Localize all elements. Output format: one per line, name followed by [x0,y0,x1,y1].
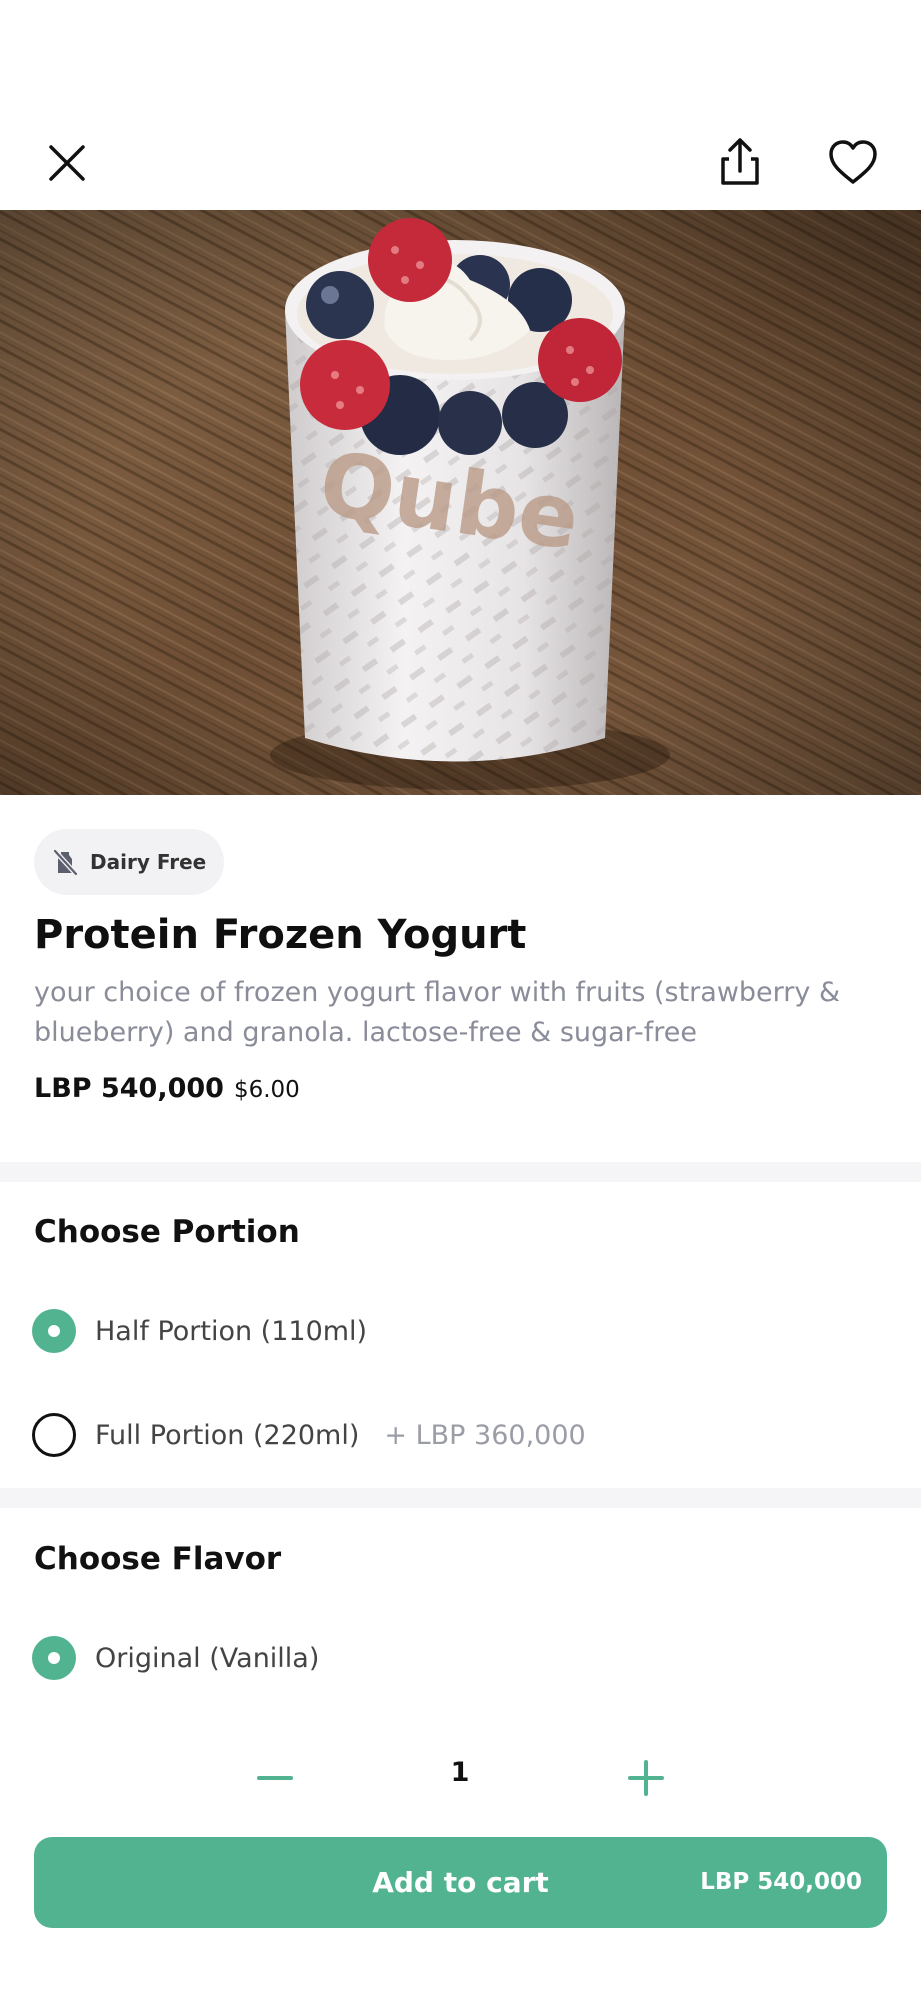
close-button[interactable] [35,131,99,195]
no-milk-icon [52,848,79,877]
share-button[interactable] [708,131,772,195]
minus-icon [257,1776,293,1780]
radio-selected[interactable] [32,1636,76,1680]
choose-flavor-title: Choose Flavor [34,1541,282,1577]
add-to-cart-price: LBP 540,000 [700,1869,862,1895]
portion-option-half[interactable]: Half Portion (110ml) [32,1309,367,1353]
radio-unselected[interactable] [32,1413,76,1457]
favorite-button[interactable] [821,131,885,195]
price-row: LBP 540,000 $6.00 [34,1073,300,1104]
decrease-quantity-button[interactable] [245,1748,305,1808]
heart-icon [829,140,877,184]
option-label: Full Portion (220ml) [95,1419,360,1451]
product-title: Protein Frozen Yogurt [34,912,527,958]
increase-quantity-button[interactable] [616,1748,676,1808]
top-bar [0,0,921,210]
option-label: Half Portion (110ml) [95,1315,368,1347]
product-description: your choice of frozen yogurt flavor with… [34,977,841,1048]
dairy-free-tag: Dairy Free [34,829,225,895]
choose-portion-title: Choose Portion [34,1214,300,1250]
option-extra-price: + LBP 360,000 [384,1419,586,1451]
price-lbp: LBP 540,000 [34,1073,224,1104]
quantity-value: 1 [450,1757,470,1788]
product-image: Qube [0,210,921,795]
price-usd: $6.00 [233,1077,300,1103]
option-label: Original (Vanilla) [95,1642,320,1674]
close-icon [49,145,85,181]
plus-icon [628,1760,664,1796]
portion-option-full[interactable]: Full Portion (220ml) + LBP 360,000 [32,1413,586,1457]
tag-label: Dairy Free [90,850,207,874]
section-divider [0,1488,921,1508]
section-divider [0,1162,921,1182]
share-icon [721,138,759,185]
radio-selected[interactable] [32,1309,76,1353]
add-to-cart-button[interactable]: Add to cart LBP 540,000 [34,1837,887,1928]
flavor-option-original[interactable]: Original (Vanilla) [32,1636,319,1680]
